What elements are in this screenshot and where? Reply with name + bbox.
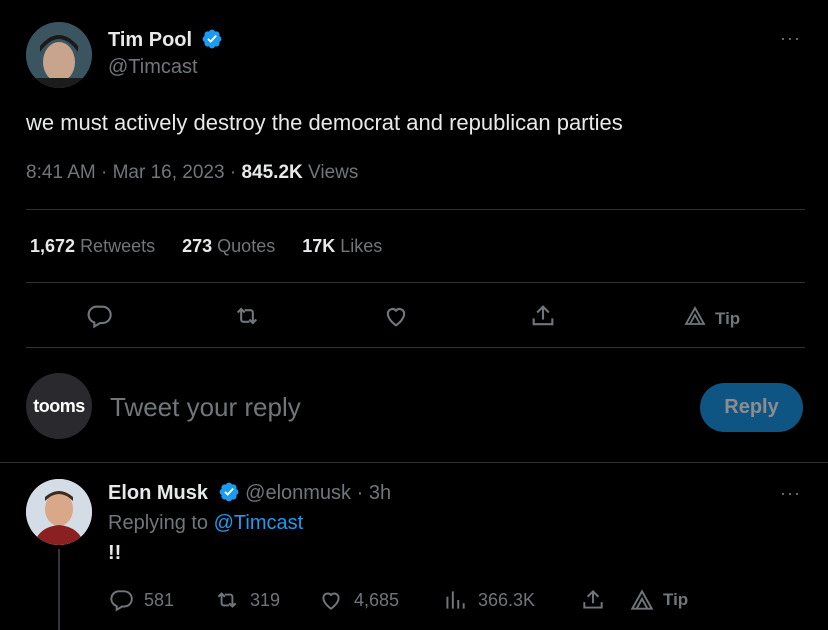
reply-icon[interactable] [85,302,113,330]
reply-share-action[interactable] [580,587,606,613]
thread-line [58,549,60,630]
verified-badge-icon [218,481,240,503]
divider [26,347,805,348]
reply-views-action[interactable]: 366.3K [442,587,535,613]
tweet-meta-row: 8:41 AM · Mar 16, 2023 · 845.2K Views [26,162,358,184]
quotes-count: 273 [182,236,213,256]
reply-tip-action[interactable]: Tip [629,587,688,613]
likes-stat[interactable]: 17K Likes [302,236,382,257]
tip-label: Tip [715,308,741,328]
reply-tip-label: Tip [663,590,689,609]
reply-count: 581 [144,589,175,610]
author-avatar[interactable] [26,22,92,88]
author-name[interactable]: Tim Pool [108,29,192,51]
quotes-stat[interactable]: 273 Quotes [182,236,275,257]
author-handle[interactable]: @Timcast [108,56,198,79]
separator: · [229,162,237,183]
divider [0,462,828,463]
separator: · [101,162,108,183]
replying-to-row: Replying to @Timcast [108,512,303,535]
retweet-count: 319 [250,589,281,610]
reply-input[interactable]: Tweet your reply [110,392,301,423]
views-label: Views [308,162,359,183]
verified-badge-icon [201,28,223,50]
reply-icon [110,590,133,612]
retweets-label: Retweets [80,236,156,256]
composer-avatar-text: tooms [33,395,85,416]
tip-icon [630,589,654,610]
author-name-row[interactable]: Tim Pool [108,28,223,52]
quotes-label: Quotes [217,236,276,256]
like-icon[interactable] [382,302,410,330]
divider [26,209,805,210]
views-count[interactable]: 845.2K [241,162,302,183]
reply-button[interactable]: Reply [700,383,803,432]
share-icon[interactable] [529,302,557,330]
replying-to-prefix: Replying to [108,512,209,534]
tweet-date[interactable]: Mar 16, 2023 [113,162,225,183]
tip-button[interactable]: Tip [683,304,740,333]
reply-more-options-icon[interactable]: ··· [780,483,801,504]
tweet-text: we must actively destroy the democrat an… [26,110,623,135]
likes-label: Likes [340,236,383,256]
retweet-icon[interactable] [233,302,261,330]
reply-text: !! [108,542,122,564]
reply-age[interactable]: 3h [369,482,391,504]
tweet-time[interactable]: 8:41 AM [26,162,96,183]
more-options-icon[interactable]: ··· [780,28,801,49]
separator: · [356,482,364,504]
reply-author-handle[interactable]: @elonmusk [245,482,351,504]
reply-author-name[interactable]: Elon Musk [108,482,208,504]
author-avatar-image [26,22,92,88]
share-icon [583,589,603,609]
view-count: 366.3K [478,589,536,610]
reply-author-avatar-image [26,479,92,545]
reply-retweet-action[interactable]: 319 [214,587,280,613]
replying-to-link[interactable]: @Timcast [214,512,304,534]
reply-author-avatar[interactable] [26,479,92,545]
like-icon [322,592,340,610]
divider [26,282,805,283]
retweet-icon [217,592,237,608]
reply-like-action[interactable]: 4,685 [318,587,399,613]
retweets-count: 1,672 [30,236,76,256]
retweets-stat[interactable]: 1,672 Retweets [30,236,155,257]
tip-icon [683,304,707,333]
stats-row: 1,672 Retweets 273 Quotes 17K Likes [30,236,382,257]
views-icon [446,591,465,609]
like-count: 4,685 [354,589,400,610]
reply-reply-action[interactable]: 581 [108,587,174,613]
reply-author-row: Elon Musk @elonmusk · 3h [108,481,391,505]
composer-avatar[interactable]: tooms [26,373,92,439]
likes-count: 17K [302,236,336,256]
